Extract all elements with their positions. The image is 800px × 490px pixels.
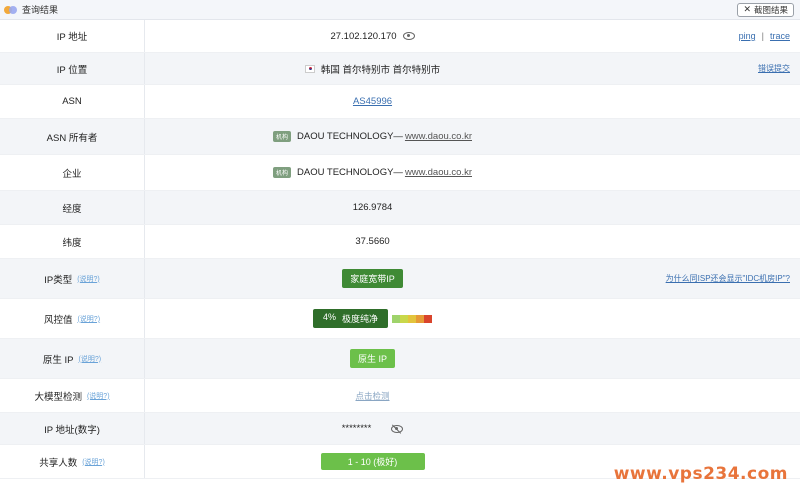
row-value: 家庭宽带IP <box>145 259 600 298</box>
help-link[interactable]: (说明?) <box>77 314 100 324</box>
row-label: 企业 <box>0 155 145 190</box>
row-asn: ASN AS45996 <box>0 85 800 119</box>
asn-owner-domain-link[interactable]: www.daou.co.kr <box>405 131 472 142</box>
ip-address-value: 27.102.120.170 <box>330 30 397 42</box>
row-value: 机构 DAOU TECHNOLOGY— www.daou.co.kr <box>145 155 600 190</box>
eye-off-icon[interactable] <box>391 423 404 434</box>
korea-flag-icon <box>304 64 315 73</box>
close-icon: ✕ <box>743 4 751 14</box>
ip-type-label: IP类型 <box>44 274 73 286</box>
row-value: AS45996 <box>145 85 600 118</box>
row-value: 4% 极度纯净 <box>145 299 600 338</box>
idc-explanation-link[interactable]: 为什么同ISP还会显示"IDC机房IP"? <box>666 273 790 284</box>
row-longitude: 经度 126.9784 <box>0 191 800 225</box>
row-label: 大模型检测 (说明?) <box>0 379 145 412</box>
row-ip-location: IP 位置 韩国 首尔特别市 首尔特别市 错误提交 <box>0 53 800 85</box>
row-label: IP类型 (说明?) <box>0 259 145 298</box>
risk-percent: 4% <box>322 312 336 322</box>
risk-scale-segment <box>392 314 401 323</box>
row-label: 经度 <box>0 191 145 224</box>
trace-link[interactable]: trace <box>770 31 790 41</box>
results-table: IP 地址 27.102.120.170 ping | trace IP 位置 … <box>0 20 800 479</box>
risk-badge: 4% 极度纯净 <box>312 309 389 328</box>
row-native-ip: 原生 IP (说明?) 原生 IP <box>0 339 800 379</box>
row-enterprise: 企业 机构 DAOU TECHNOLOGY— www.daou.co.kr <box>0 155 800 191</box>
row-value: 韩国 首尔特别市 首尔特别市 <box>145 53 600 84</box>
row-label: IP 地址 <box>0 20 145 52</box>
row-latitude: 纬度 37.5660 <box>0 225 800 259</box>
ping-link[interactable]: ping <box>739 31 756 41</box>
latitude-value: 37.5660 <box>355 236 390 247</box>
row-label: 共享人数 (说明?) <box>0 445 145 478</box>
row-label: 纬度 <box>0 225 145 258</box>
site-watermark: www.vps234.com <box>613 464 788 484</box>
help-link[interactable]: (说明?) <box>77 274 100 284</box>
ip-numeric-value: ******** <box>341 423 372 434</box>
native-ip-badge: 原生 IP <box>349 349 395 368</box>
row-value: 126.9784 <box>145 191 600 224</box>
row-label: ASN <box>0 85 145 118</box>
row-label: IP 位置 <box>0 53 145 84</box>
row-value: ******** <box>145 413 600 444</box>
shared-users-label: 共享人数 <box>39 457 78 469</box>
risk-label: 风控值 <box>43 314 73 326</box>
row-ip-numeric: IP 地址(数字) ******** <box>0 413 800 445</box>
row-label: IP 地址(数字) <box>0 413 145 444</box>
screenshot-button[interactable]: ✕ 截图结果 <box>737 2 794 17</box>
risk-scale-segment <box>408 314 417 323</box>
row-value: 1 - 10 (极好) <box>145 445 600 478</box>
location-value: 韩国 首尔特别市 首尔特别市 <box>320 64 441 76</box>
screenshot-button-label: 截图结果 <box>753 4 788 15</box>
longitude-value: 126.9784 <box>352 202 393 213</box>
org-tag: 机构 <box>272 167 291 178</box>
page-title: 查询结果 <box>22 5 59 15</box>
risk-scale-segment <box>400 314 409 323</box>
help-link[interactable]: (说明?) <box>87 391 110 401</box>
row-value: 原生 IP <box>145 339 600 378</box>
row-ip-type: IP类型 (说明?) 家庭宽带IP 为什么同ISP还会显示"IDC机房IP"? <box>0 259 800 299</box>
llm-check-label: 大模型检测 <box>34 391 82 403</box>
help-link[interactable]: (说明?) <box>82 457 105 467</box>
risk-scale-segment <box>416 314 425 323</box>
row-llm-check: 大模型检测 (说明?) 点击检测 <box>0 379 800 413</box>
enterprise-domain-link[interactable]: www.daou.co.kr <box>405 167 472 178</box>
separator: | <box>761 31 764 41</box>
risk-level: 极度纯净 <box>342 314 379 324</box>
logo-icon <box>4 5 18 15</box>
asn-owner-name: DAOU TECHNOLOGY— <box>297 131 403 142</box>
enterprise-name: DAOU TECHNOLOGY— <box>297 167 403 178</box>
ip-type-note: 为什么同ISP还会显示"IDC机房IP"? <box>600 273 800 284</box>
ip-actions: ping | trace <box>600 31 800 41</box>
report-error-link[interactable]: 错误提交 <box>758 63 790 74</box>
row-value: 机构 DAOU TECHNOLOGY— www.daou.co.kr <box>145 119 600 154</box>
row-value: 37.5660 <box>145 225 600 258</box>
row-value: 27.102.120.170 <box>145 20 600 52</box>
ip-type-badge: 家庭宽带IP <box>342 269 403 288</box>
row-ip-address: IP 地址 27.102.120.170 ping | trace <box>0 20 800 53</box>
row-label: 风控值 (说明?) <box>0 299 145 338</box>
shared-users-badge: 1 - 10 (极好) <box>320 453 425 470</box>
native-ip-label: 原生 IP <box>42 354 74 366</box>
results-header: 查询结果 ✕ 截图结果 <box>0 0 800 20</box>
click-to-check-link[interactable]: 点击检测 <box>355 390 389 402</box>
row-label: ASN 所有者 <box>0 119 145 154</box>
asn-link[interactable]: AS45996 <box>353 96 392 107</box>
row-label: 原生 IP (说明?) <box>0 339 145 378</box>
help-link[interactable]: (说明?) <box>79 354 102 364</box>
row-value: 点击检测 <box>145 379 600 412</box>
eye-icon[interactable] <box>402 32 415 40</box>
risk-scale-segment <box>424 314 433 323</box>
row-risk-score: 风控值 (说明?) 4% 极度纯净 <box>0 299 800 339</box>
row-asn-owner: ASN 所有者 机构 DAOU TECHNOLOGY— www.daou.co.… <box>0 119 800 155</box>
header-title-group: 查询结果 <box>4 3 58 16</box>
location-actions: 错误提交 <box>600 63 800 74</box>
org-tag: 机构 <box>272 131 291 142</box>
risk-color-scale <box>392 314 433 323</box>
risk-indicator: 4% 极度纯净 <box>312 309 433 328</box>
